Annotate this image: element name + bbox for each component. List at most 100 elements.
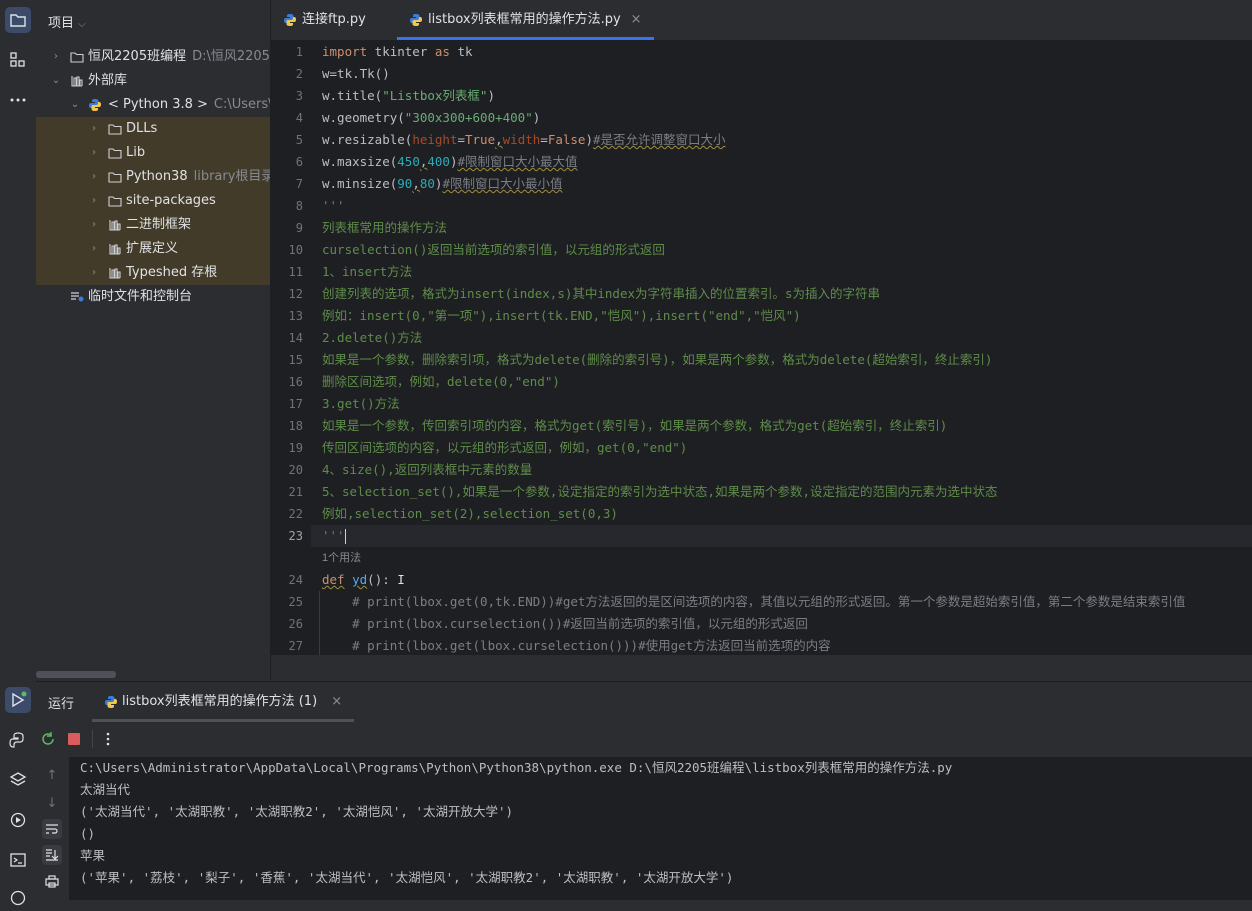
folder-icon: [108, 148, 122, 159]
code-line-2: w=tk.Tk(): [322, 66, 390, 81]
code-line-3: w.title("Listbox列表框"): [322, 88, 495, 103]
line-number: 4: [295, 111, 303, 125]
console-line: 太湖当代: [80, 782, 131, 797]
tree-item-dlls[interactable]: › DLLs: [36, 117, 270, 141]
soft-wrap-icon[interactable]: [42, 819, 62, 839]
code-line-15: 如果是一个参数，删除索引项，格式为delete(删除的索引号)，如果是两个参数，…: [322, 352, 993, 367]
folder-icon: [108, 172, 122, 183]
console-line: ('苹果', '荔枝', '梨子', '香蕉', '太湖当代', '太湖恺风',…: [80, 870, 734, 885]
line-number: 6: [295, 155, 303, 169]
usage-hint[interactable]: 1个用法: [322, 547, 361, 569]
code-line-19: 传回区间选项的内容，以元组的形式返回，例如，get(0,"end"): [322, 440, 688, 455]
tree-label: 恒风2205班编程: [88, 49, 187, 64]
tree-item-python38[interactable]: › Python38 library根目录: [36, 165, 270, 189]
code-line-21: 5、selection_set(),如果是一个参数,设定指定的索引为选中状态,如…: [322, 484, 998, 499]
python-console-icon[interactable]: [5, 727, 31, 753]
line-number: 9: [295, 221, 303, 235]
text-caret: [344, 529, 346, 544]
problems-icon[interactable]: [5, 885, 31, 911]
more-vertical-icon[interactable]: [98, 729, 118, 749]
line-number: 27: [288, 639, 303, 653]
terminal-icon[interactable]: [5, 847, 31, 873]
project-panel: 项目 ⌵ › 恒风2205班编程 D:\恒风2205班 ⌄ 外部库 ⌄ < Pyt…: [36, 0, 271, 680]
line-number: 3: [295, 89, 303, 103]
console-line: C:\Users\Administrator\AppData\Local\Pro…: [80, 760, 953, 775]
code-editor[interactable]: 1 2 3 4 5 6 7 8 9 10 11 12 13 14 15 16 17 18 19 20 21 22 23 24 2…: [271, 41, 1252, 655]
tree-path: C:\Users\A: [213, 97, 270, 112]
tree-item-project-root[interactable]: › 恒风2205班编程 D:\恒风2205班: [36, 45, 270, 69]
library-icon: [71, 76, 83, 87]
arrow-down-icon[interactable]: ↓: [42, 793, 62, 813]
console-side-toolbar: ↑ ↓: [36, 757, 70, 900]
code-line-7: w.minsize(90,80)#限制窗口大小最小值: [322, 176, 563, 191]
arrow-up-icon[interactable]: ↑: [42, 765, 62, 785]
python-file-icon: [410, 13, 422, 26]
tree-item-extensions[interactable]: › 扩展定义: [36, 237, 270, 261]
console-output[interactable]: C:\Users\Administrator\AppData\Local\Pro…: [70, 757, 1252, 900]
code-line-22: 例如,selection_set(2),selection_set(0,3): [322, 506, 618, 521]
chevron-right-icon: ›: [92, 195, 96, 206]
close-icon[interactable]: ×: [331, 694, 342, 709]
code-line-13: 例如：insert(0,"第一项"),insert(tk.END,"恺风"),i…: [322, 308, 801, 323]
close-icon[interactable]: ×: [631, 12, 642, 27]
chevron-right-icon: ›: [92, 243, 96, 254]
project-panel-title[interactable]: 项目 ⌵: [48, 12, 86, 31]
run-toolbar: [36, 722, 1252, 758]
line-number: 17: [288, 397, 303, 411]
tree-label: DLLs: [126, 121, 158, 136]
line-number: 1: [295, 45, 303, 59]
line-number: 13: [288, 309, 303, 323]
code-line-4: w.geometry("300x300+600+400"): [322, 110, 541, 125]
python-file-icon: [105, 695, 117, 708]
structure-icon[interactable]: [5, 47, 31, 73]
code-line-1: import tkinter as tk: [322, 44, 473, 59]
chevron-down-icon: ⌄: [51, 75, 61, 86]
code-line-10: curselection()返回当前选项的索引值，以元组的形式返回: [322, 242, 665, 257]
run-icon[interactable]: [5, 687, 31, 713]
tab-listbox[interactable]: listbox列表框常用的操作方法.py ×: [397, 0, 654, 40]
code-line-25: # print(lbox.get(0,tk.END))#get方法返回的是区间选…: [322, 594, 1186, 609]
tree-item-scratches[interactable]: 临时文件和控制台: [36, 285, 270, 309]
line-number: 2: [295, 67, 303, 81]
folder-icon: [108, 196, 122, 207]
chevron-right-icon: ›: [54, 51, 58, 62]
toolbar-separator: [92, 730, 93, 748]
print-icon[interactable]: [42, 871, 62, 891]
tree-label: 外部库: [88, 73, 128, 88]
chevron-right-icon: ›: [92, 123, 96, 134]
tree-item-lib[interactable]: › Lib: [36, 141, 270, 165]
tree-item-site-packages[interactable]: › site-packages: [36, 189, 270, 213]
tree-label: Lib: [126, 145, 146, 160]
tree-item-typeshed[interactable]: › Typeshed 存根: [36, 261, 270, 285]
line-number: 15: [288, 353, 303, 367]
code-line-20: 4、size(),返回列表框中元素的数量: [322, 462, 533, 477]
line-number: 18: [288, 419, 303, 433]
tree-label: Typeshed 存根: [126, 265, 218, 280]
code-line-5: w.resizable(height=True,width=False)#是否允…: [322, 132, 726, 147]
chevron-right-icon: ›: [92, 147, 96, 158]
line-number: 16: [288, 375, 303, 389]
tab-label: 连接ftp.py: [302, 12, 366, 27]
tree-label: Python38: [126, 169, 188, 184]
line-number: 26: [288, 617, 303, 631]
code-line-16: 删除区间选项，例如，delete(0,"end"): [322, 374, 560, 389]
rerun-icon[interactable]: [38, 729, 58, 749]
layers-icon[interactable]: [5, 767, 31, 793]
project-folder-icon[interactable]: [5, 7, 31, 33]
tree-item-external-libs[interactable]: ⌄ 外部库: [36, 69, 270, 93]
code-line-18: 如果是一个参数，传回索引项的内容，格式为get(索引号)，如果是两个参数，格式为…: [322, 418, 948, 433]
run-tab[interactable]: listbox列表框常用的操作方法 (1) ×: [92, 682, 355, 722]
python-icon: [89, 99, 101, 111]
library-icon: [109, 244, 121, 255]
services-icon[interactable]: [5, 807, 31, 833]
scroll-to-end-icon[interactable]: [42, 845, 62, 865]
project-horizontal-scrollbar[interactable]: [36, 671, 116, 678]
line-number: 22: [288, 507, 303, 521]
tree-item-binary-skeletons[interactable]: › 二进制框架: [36, 213, 270, 237]
console-line: ('太湖当代', '太湖职教', '太湖职教2', '太湖恺风', '太湖开放大…: [80, 804, 514, 819]
code-line-26: # print(lbox.curselection())#返回当前选项的索引值，…: [322, 616, 808, 631]
stop-icon[interactable]: [64, 729, 84, 749]
more-icon[interactable]: [5, 87, 31, 113]
tab-ftp[interactable]: 连接ftp.py: [283, 0, 366, 40]
tree-item-python-sdk[interactable]: ⌄ < Python 3.8 > C:\Users\A: [36, 93, 270, 117]
